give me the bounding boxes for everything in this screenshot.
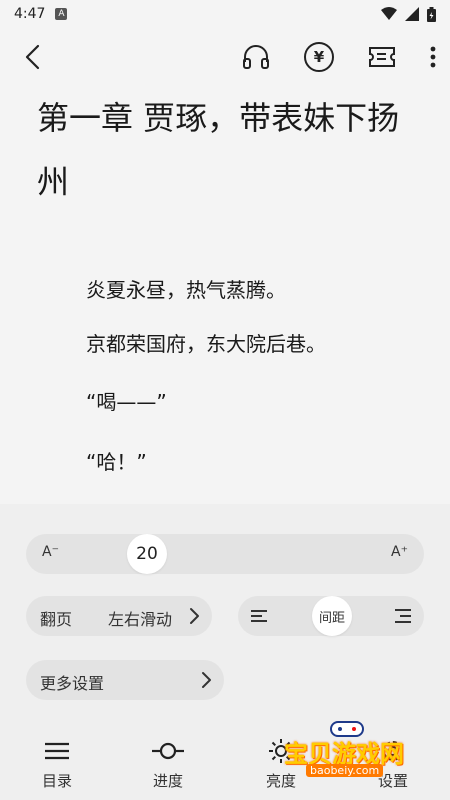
paragraph: 炎夏永昼，热气蒸腾。	[86, 278, 286, 302]
more-settings-label: 更多设置	[40, 674, 105, 693]
nav-item-catalog[interactable]: 目录	[12, 734, 102, 800]
status-time: 4:47	[14, 6, 46, 22]
wide-spacing-icon[interactable]	[394, 608, 412, 624]
chapter-title: 第一章 贾琢，带表妹下扬州	[37, 99, 400, 201]
paragraph: “哈！”	[86, 450, 147, 474]
watermark-url: baobeiy.com	[306, 764, 384, 777]
watermark-logo: 宝贝游戏网 baobeiy.com	[280, 720, 420, 780]
page-turn-selector[interactable]: 翻页 左右滑动	[26, 596, 212, 636]
page-turn-label: 翻页	[40, 610, 73, 629]
chevron-right-icon	[200, 670, 212, 690]
ticket-icon[interactable]	[368, 46, 396, 68]
reader-toolbar: ¥	[0, 28, 450, 86]
spacing-slider[interactable]: 间距	[238, 596, 424, 636]
increase-font-button[interactable]: A⁺	[391, 544, 408, 560]
reading-area[interactable]: 第一章 贾琢，带表妹下扬州 炎夏永昼，热气蒸腾。 京都荣国府，东大院后巷。 “喝…	[0, 86, 450, 504]
more-vertical-icon[interactable]	[430, 46, 436, 68]
paragraph: 京都荣国府，东大院后巷。	[86, 332, 326, 356]
font-size-thumb[interactable]: 20	[127, 534, 167, 574]
page-turn-value: 左右滑动	[108, 610, 173, 629]
compact-spacing-icon[interactable]	[250, 608, 268, 624]
nav-item-progress[interactable]: 进度	[123, 734, 213, 800]
status-bar: 4:47 A	[0, 0, 450, 28]
spacing-thumb[interactable]: 间距	[312, 596, 352, 636]
notification-icon: A	[55, 8, 68, 20]
nav-label: 目录	[41, 772, 72, 790]
more-settings-button[interactable]: 更多设置	[26, 660, 224, 700]
wifi-icon	[381, 7, 397, 21]
battery-icon	[427, 6, 436, 22]
progress-icon	[151, 736, 185, 766]
signal-icon	[405, 7, 419, 21]
menu-icon	[44, 736, 70, 766]
decrease-font-button[interactable]: A⁻	[42, 544, 59, 560]
chevron-right-icon	[188, 606, 200, 626]
font-size-slider[interactable]: A⁻ 20 A⁺	[26, 534, 424, 574]
headphones-icon[interactable]	[242, 44, 270, 70]
yuan-coin-icon[interactable]: ¥	[304, 42, 334, 72]
back-arrow-icon[interactable]	[14, 37, 54, 77]
paragraph: “喝——”	[86, 390, 167, 414]
nav-label: 进度	[152, 772, 183, 790]
